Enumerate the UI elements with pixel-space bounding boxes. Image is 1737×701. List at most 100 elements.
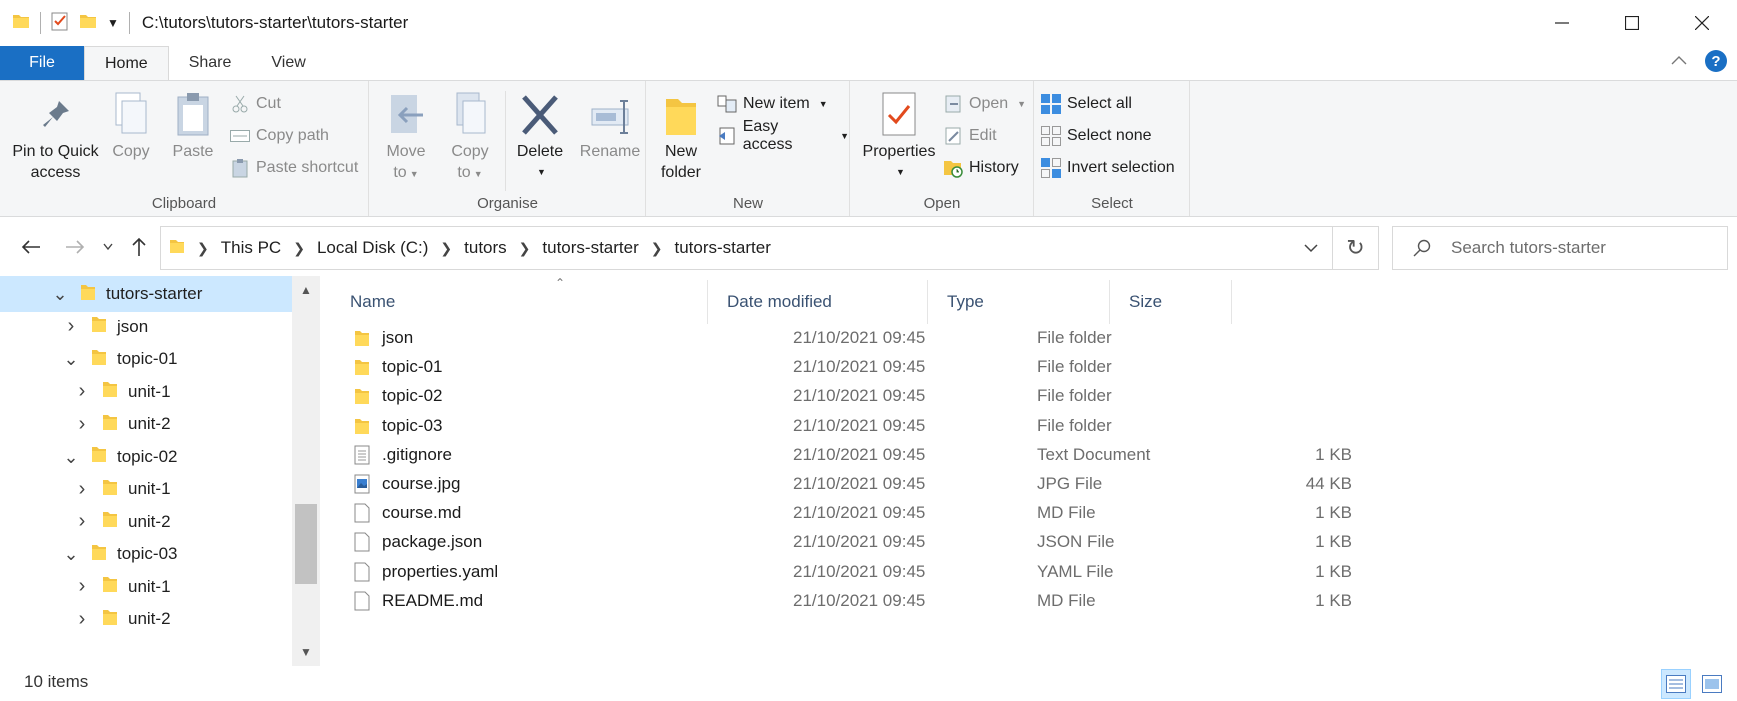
forward-button[interactable]	[58, 218, 92, 276]
move-to-button[interactable]: Move to ▼	[382, 87, 430, 185]
tree-scrollbar[interactable]: ▲ ▼	[292, 276, 320, 666]
search-box[interactable]	[1392, 226, 1728, 270]
delete-icon	[520, 87, 560, 137]
new-folder-qat-icon[interactable]	[79, 12, 97, 35]
maximize-button[interactable]	[1597, 0, 1667, 46]
chevron-right-icon[interactable]: ›	[74, 413, 90, 436]
help-icon[interactable]: ?	[1705, 50, 1727, 72]
address-dropdown-button[interactable]	[1288, 227, 1332, 269]
properties-qat-icon[interactable]	[51, 11, 69, 36]
back-button[interactable]	[14, 218, 48, 276]
file-row[interactable]: README.md 21/10/2021 09:45 MD File 1 KB	[330, 585, 1730, 617]
tree-item-label: topic-01	[117, 349, 178, 368]
pin-to-quick-access-button[interactable]: Pin to Quick access	[8, 87, 103, 183]
details-view-button[interactable]	[1661, 669, 1691, 699]
file-size: 1 KB	[1315, 590, 1352, 610]
copy-path-button[interactable]: Copy path	[230, 123, 329, 149]
paste-shortcut-button[interactable]: Paste shortcut	[230, 155, 358, 181]
select-group: Select all Select none Invert selection …	[1035, 81, 1190, 216]
file-type: JSON File	[1037, 532, 1115, 552]
ribbon: Pin to Quick access Copy Paste Cut Copy …	[0, 80, 1737, 217]
tab-share[interactable]: Share	[169, 46, 252, 80]
up-button[interactable]	[124, 218, 154, 276]
file-row[interactable]: course.md 21/10/2021 09:45 MD File 1 KB	[330, 497, 1730, 529]
new-folder-button[interactable]: New folder	[659, 87, 703, 183]
file-row[interactable]: topic-03 21/10/2021 09:45 File folder	[330, 410, 1730, 442]
file-row[interactable]: course.jpg 21/10/2021 09:45 JPG File 44 KB	[330, 468, 1730, 500]
breadcrumb-tutors[interactable]: tutors	[464, 238, 507, 258]
refresh-button[interactable]: ↻	[1333, 226, 1379, 270]
tree-item[interactable]: ⌄ topic-03	[0, 536, 292, 572]
chevron-right-icon[interactable]: ›	[74, 380, 90, 403]
customize-qat-icon[interactable]: ▼	[107, 16, 119, 30]
file-row[interactable]: json 21/10/2021 09:45 File folder	[330, 322, 1730, 354]
column-header-date[interactable]: Date modified	[707, 284, 927, 320]
tree-item[interactable]: ⌄ topic-01	[0, 341, 292, 377]
chevron-down-icon[interactable]: ⌄	[63, 448, 79, 466]
select-none-icon	[1041, 126, 1061, 146]
new-item-icon	[717, 94, 737, 114]
search-input[interactable]	[1451, 238, 1711, 258]
tree-item[interactable]: › unit-2	[0, 406, 292, 442]
tree-item-label: unit-2	[128, 414, 171, 433]
tree-item[interactable]: › unit-1	[0, 374, 292, 410]
collapse-ribbon-icon[interactable]	[1671, 52, 1687, 70]
address-bar[interactable]: ❯ This PC ❯ Local Disk (C:) ❯ tutors ❯ t…	[160, 226, 1333, 270]
close-icon	[1695, 16, 1709, 30]
file-row[interactable]: topic-01 21/10/2021 09:45 File folder	[330, 351, 1730, 383]
minimize-button[interactable]	[1527, 0, 1597, 46]
tree-item[interactable]: › json	[0, 309, 292, 345]
tree-item[interactable]: › unit-1	[0, 569, 292, 605]
chevron-right-icon[interactable]: ›	[63, 315, 79, 338]
column-header-size[interactable]: Size	[1109, 284, 1231, 320]
column-header-name[interactable]: Name	[330, 284, 707, 320]
delete-button[interactable]: Delete ▼	[516, 87, 564, 183]
new-item-button[interactable]: New item ▼	[717, 91, 828, 117]
select-none-button[interactable]: Select none	[1041, 123, 1152, 149]
chevron-right-icon[interactable]: ›	[74, 575, 90, 598]
chevron-right-icon[interactable]: ›	[74, 478, 90, 501]
tree-item[interactable]: › unit-1	[0, 471, 292, 507]
column-header-type[interactable]: Type	[927, 284, 1109, 320]
tree-item[interactable]: › unit-2	[0, 504, 292, 540]
chevron-down-icon[interactable]: ⌄	[52, 285, 68, 303]
close-button[interactable]	[1667, 0, 1737, 46]
breadcrumb-this-pc[interactable]: This PC	[221, 238, 281, 258]
file-row[interactable]: topic-02 21/10/2021 09:45 File folder	[330, 380, 1730, 412]
chevron-right-icon[interactable]: ›	[74, 608, 90, 631]
properties-button[interactable]: Properties ▼	[861, 87, 937, 183]
copy-button[interactable]: Copy	[108, 87, 154, 162]
file-name: .gitignore	[382, 444, 452, 464]
breadcrumb-tutors-starter-current[interactable]: tutors-starter	[675, 238, 771, 258]
scroll-down-icon[interactable]: ▼	[292, 640, 320, 664]
rename-button[interactable]: Rename	[580, 87, 640, 162]
cut-button[interactable]: Cut	[230, 91, 281, 117]
file-row[interactable]: package.json 21/10/2021 09:45 JSON File 1 K…	[330, 526, 1730, 558]
chevron-down-icon[interactable]: ⌄	[63, 545, 79, 563]
tree-item[interactable]: ⌄ tutors-starter	[0, 276, 292, 312]
paste-button[interactable]: Paste	[170, 87, 216, 162]
file-row[interactable]: .gitignore 21/10/2021 09:45 Text Document 1…	[330, 439, 1730, 471]
tab-view[interactable]: View	[251, 46, 325, 80]
chevron-down-icon[interactable]: ⌄	[63, 350, 79, 368]
easy-access-button[interactable]: Easy access ▼	[717, 118, 849, 153]
select-all-button[interactable]: Select all	[1041, 91, 1132, 117]
file-row[interactable]: properties.yaml 21/10/2021 09:45 YAML File…	[330, 556, 1730, 588]
breadcrumb-local-disk[interactable]: Local Disk (C:)	[317, 238, 428, 258]
chevron-right-icon[interactable]: ›	[74, 510, 90, 533]
tree-item[interactable]: › unit-2	[0, 601, 292, 637]
open-button[interactable]: Open ▼	[943, 91, 1026, 117]
copy-to-button[interactable]: Copy to ▼	[446, 87, 494, 185]
history-button[interactable]: History	[943, 155, 1019, 181]
breadcrumb-tutors-starter-parent[interactable]: tutors-starter	[542, 238, 638, 258]
tree-item[interactable]: ⌄ topic-02	[0, 439, 292, 475]
tab-file[interactable]: File	[0, 46, 84, 80]
tab-home[interactable]: Home	[84, 46, 169, 80]
recent-locations-button[interactable]	[98, 218, 118, 276]
large-icons-view-button[interactable]	[1697, 669, 1727, 699]
scroll-up-icon[interactable]: ▲	[292, 278, 320, 302]
invert-selection-button[interactable]: Invert selection	[1041, 155, 1175, 181]
scrollbar-thumb[interactable]	[295, 504, 317, 584]
refresh-icon: ↻	[1346, 235, 1365, 260]
edit-button[interactable]: Edit	[943, 123, 997, 149]
